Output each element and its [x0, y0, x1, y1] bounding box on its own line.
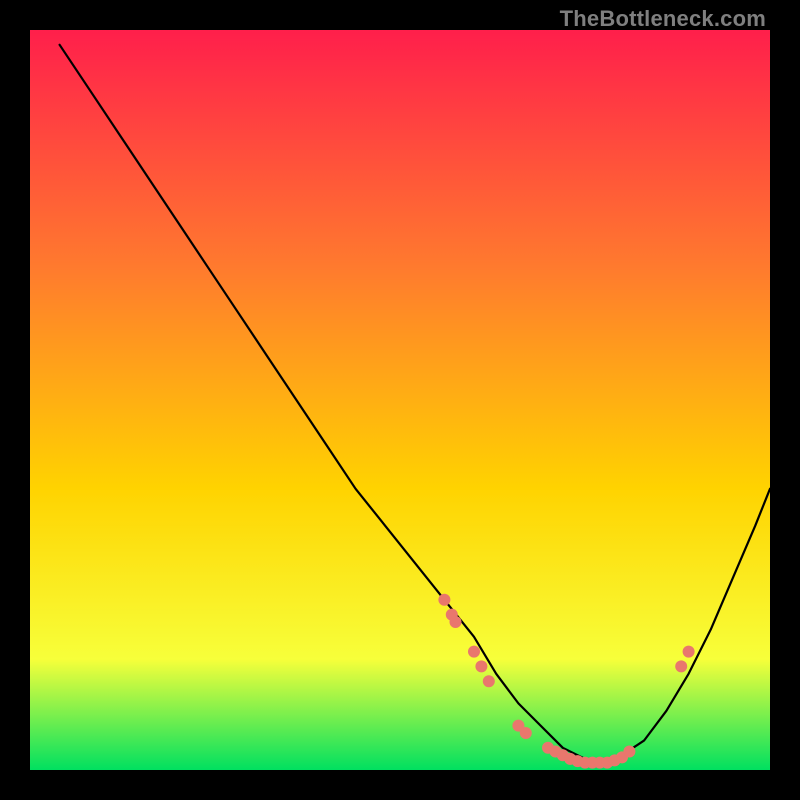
data-marker — [520, 727, 532, 739]
data-marker — [468, 646, 480, 658]
chart-container — [30, 30, 770, 770]
gradient-background — [30, 30, 770, 770]
data-marker — [475, 660, 487, 672]
data-marker — [683, 646, 695, 658]
data-marker — [483, 675, 495, 687]
watermark-text: TheBottleneck.com — [560, 6, 766, 32]
data-marker — [438, 594, 450, 606]
bottleneck-chart — [30, 30, 770, 770]
data-marker — [675, 660, 687, 672]
data-marker — [450, 616, 462, 628]
data-marker — [623, 746, 635, 758]
